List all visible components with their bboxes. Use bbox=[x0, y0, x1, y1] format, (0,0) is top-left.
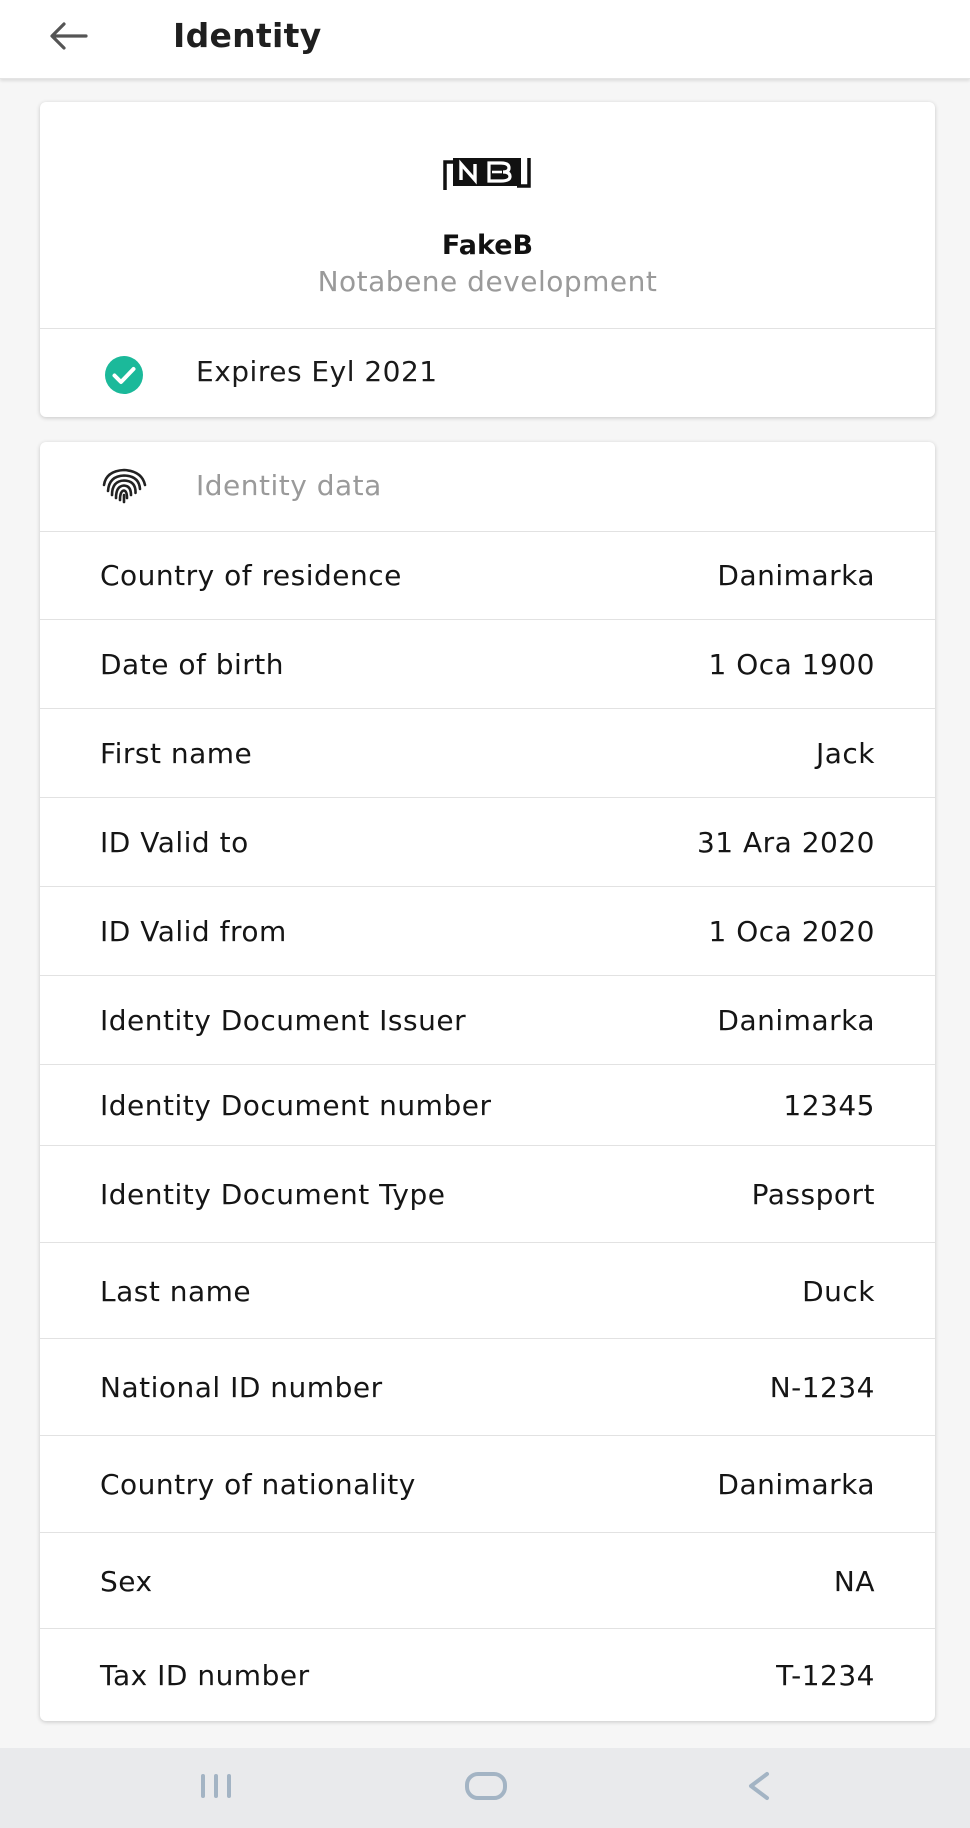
recents-icon bbox=[196, 1773, 236, 1803]
row-value: N-1234 bbox=[769, 1371, 875, 1404]
issuer-logo bbox=[439, 154, 535, 198]
row-value: Danimarka bbox=[717, 559, 875, 592]
row-label: ID Valid from bbox=[100, 915, 287, 948]
data-row-tax-id: Tax ID number T-1234 bbox=[40, 1630, 935, 1721]
row-value: 1 Oca 2020 bbox=[708, 915, 875, 948]
row-value: Jack bbox=[815, 737, 875, 770]
row-label: National ID number bbox=[100, 1371, 383, 1404]
system-nav-bar bbox=[0, 1748, 970, 1828]
data-row-last-name: Last name Duck bbox=[40, 1244, 935, 1339]
row-value: Danimarka bbox=[717, 1468, 875, 1501]
data-row-date-of-birth: Date of birth 1 Oca 1900 bbox=[40, 621, 935, 709]
row-label: ID Valid to bbox=[100, 826, 249, 859]
row-label: Identity Document Type bbox=[100, 1178, 446, 1211]
row-value: 31 Ara 2020 bbox=[696, 826, 875, 859]
row-value: Danimarka bbox=[717, 1004, 875, 1037]
data-row-id-valid-to: ID Valid to 31 Ara 2020 bbox=[40, 799, 935, 887]
identity-data-title: Identity data bbox=[196, 469, 382, 502]
row-value: 12345 bbox=[783, 1089, 875, 1122]
home-button[interactable] bbox=[446, 1762, 526, 1814]
row-value: T-1234 bbox=[776, 1659, 875, 1692]
data-row-id-valid-from: ID Valid from 1 Oca 2020 bbox=[40, 888, 935, 976]
row-value: Duck bbox=[802, 1274, 875, 1308]
row-value: Passport bbox=[751, 1178, 875, 1211]
identity-data-card: Identity data Country of residence Danim… bbox=[40, 442, 935, 1721]
issuer-header: FakeB Notabene development bbox=[40, 102, 935, 329]
data-row-document-type: Identity Document Type Passport bbox=[40, 1147, 935, 1243]
page-title: Identity bbox=[173, 16, 322, 55]
system-back-button[interactable] bbox=[718, 1762, 798, 1814]
row-label: Tax ID number bbox=[100, 1659, 310, 1692]
row-value: NA bbox=[833, 1564, 875, 1598]
data-row-country-of-residence: Country of residence Danimarka bbox=[40, 532, 935, 620]
data-row-document-number: Identity Document number 12345 bbox=[40, 1066, 935, 1146]
data-row-sex: Sex NA bbox=[40, 1534, 935, 1629]
chevron-left-icon bbox=[743, 1770, 773, 1806]
issuer-name: FakeB bbox=[441, 230, 534, 261]
data-row-nationality: Country of nationality Danimarka bbox=[40, 1437, 935, 1533]
issuer-organization: Notabene development bbox=[317, 265, 658, 298]
row-label: Country of residence bbox=[100, 559, 402, 592]
identity-data-header: Identity data bbox=[40, 442, 935, 532]
row-label: Last name bbox=[100, 1274, 252, 1308]
row-label: Identity Document number bbox=[100, 1089, 492, 1122]
expiry-row: Expires Eyl 2021 bbox=[40, 329, 935, 417]
arrow-left-icon bbox=[48, 21, 88, 55]
app-bar: Identity bbox=[0, 0, 970, 79]
data-row-national-id: National ID number N-1234 bbox=[40, 1340, 935, 1436]
data-row-first-name: First name Jack bbox=[40, 710, 935, 798]
expiry-text: Expires Eyl 2021 bbox=[196, 355, 438, 388]
row-value: 1 Oca 1900 bbox=[708, 648, 875, 681]
row-label: First name bbox=[100, 737, 253, 770]
row-label: Date of birth bbox=[100, 648, 285, 681]
fingerprint-icon bbox=[100, 467, 148, 509]
row-label: Sex bbox=[100, 1564, 153, 1598]
row-label: Identity Document Issuer bbox=[100, 1004, 467, 1037]
back-button[interactable] bbox=[40, 14, 96, 62]
row-label: Country of nationality bbox=[100, 1468, 416, 1501]
home-icon bbox=[464, 1771, 508, 1805]
data-row-document-issuer: Identity Document Issuer Danimarka bbox=[40, 977, 935, 1065]
check-circle-icon bbox=[104, 355, 144, 399]
issuer-card: FakeB Notabene development Expires Eyl 2… bbox=[40, 102, 935, 417]
recents-button[interactable] bbox=[176, 1762, 256, 1814]
